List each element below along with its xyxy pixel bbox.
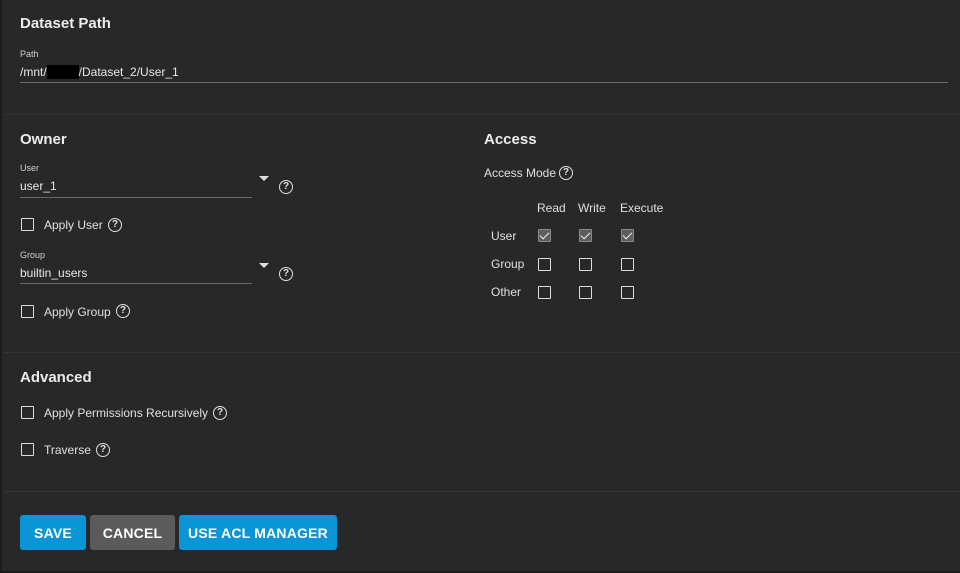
path-prefix: /mnt/ bbox=[20, 65, 47, 79]
path-field[interactable]: /mnt/ /Dataset_2/User_1 bbox=[20, 65, 179, 79]
dataset-path-title: Dataset Path bbox=[20, 15, 111, 32]
row-other: Other bbox=[491, 285, 522, 299]
traverse-checkbox[interactable] bbox=[21, 443, 34, 461]
group-execute-checkbox[interactable] bbox=[621, 258, 634, 276]
access-mode-label: Access Mode bbox=[484, 166, 557, 180]
help-icon[interactable]: ? bbox=[108, 218, 122, 232]
column-read: Read bbox=[537, 201, 566, 215]
user-write-checkbox[interactable] bbox=[579, 229, 592, 247]
use-acl-manager-button[interactable]: USE ACL MANAGER bbox=[179, 515, 337, 550]
chevron-down-icon[interactable] bbox=[259, 263, 269, 268]
user-read-checkbox[interactable] bbox=[538, 229, 551, 247]
help-icon[interactable]: ? bbox=[279, 180, 293, 194]
path-suffix: /Dataset_2/User_1 bbox=[78, 65, 179, 79]
group-read-checkbox[interactable] bbox=[538, 258, 551, 276]
access-title: Access bbox=[484, 131, 537, 148]
recursive-label: Apply Permissions Recursively bbox=[44, 406, 209, 420]
save-button[interactable]: SAVE bbox=[20, 515, 86, 550]
user-execute-checkbox[interactable] bbox=[621, 229, 634, 247]
apply-user-checkbox[interactable] bbox=[21, 218, 34, 236]
row-user: User bbox=[491, 229, 517, 243]
column-execute: Execute bbox=[620, 201, 664, 215]
section-divider bbox=[4, 114, 960, 115]
traverse-label: Traverse bbox=[44, 443, 91, 457]
group-underline bbox=[20, 283, 252, 284]
advanced-title: Advanced bbox=[20, 369, 92, 386]
section-divider bbox=[4, 352, 960, 353]
help-icon[interactable]: ? bbox=[213, 406, 227, 420]
other-write-checkbox[interactable] bbox=[579, 286, 592, 304]
cancel-button[interactable]: CANCEL bbox=[90, 515, 175, 550]
path-underline bbox=[20, 82, 948, 83]
apply-group-label: Apply Group bbox=[44, 305, 111, 319]
group-select[interactable]: builtin_users bbox=[20, 266, 87, 280]
path-label: Path bbox=[20, 49, 39, 59]
user-select[interactable]: user_1 bbox=[20, 179, 57, 193]
recursive-checkbox[interactable] bbox=[21, 406, 34, 424]
group-label: Group bbox=[20, 250, 46, 260]
column-write: Write bbox=[578, 201, 606, 215]
other-execute-checkbox[interactable] bbox=[621, 286, 634, 304]
help-icon[interactable]: ? bbox=[96, 443, 110, 457]
other-read-checkbox[interactable] bbox=[538, 286, 551, 304]
help-icon[interactable]: ? bbox=[559, 166, 573, 180]
row-group: Group bbox=[491, 257, 525, 271]
help-icon[interactable]: ? bbox=[116, 304, 130, 318]
section-divider bbox=[4, 491, 960, 492]
chevron-down-icon[interactable] bbox=[259, 176, 269, 181]
user-underline bbox=[20, 197, 252, 198]
apply-group-checkbox[interactable] bbox=[21, 305, 34, 323]
group-write-checkbox[interactable] bbox=[579, 258, 592, 276]
apply-user-label: Apply User bbox=[44, 218, 103, 232]
help-icon[interactable]: ? bbox=[279, 267, 293, 281]
redacted-block bbox=[46, 65, 79, 79]
user-label: User bbox=[20, 163, 40, 173]
owner-title: Owner bbox=[20, 131, 67, 148]
permissions-form: Dataset Path Path /mnt/ /Dataset_2/User_… bbox=[0, 0, 960, 573]
